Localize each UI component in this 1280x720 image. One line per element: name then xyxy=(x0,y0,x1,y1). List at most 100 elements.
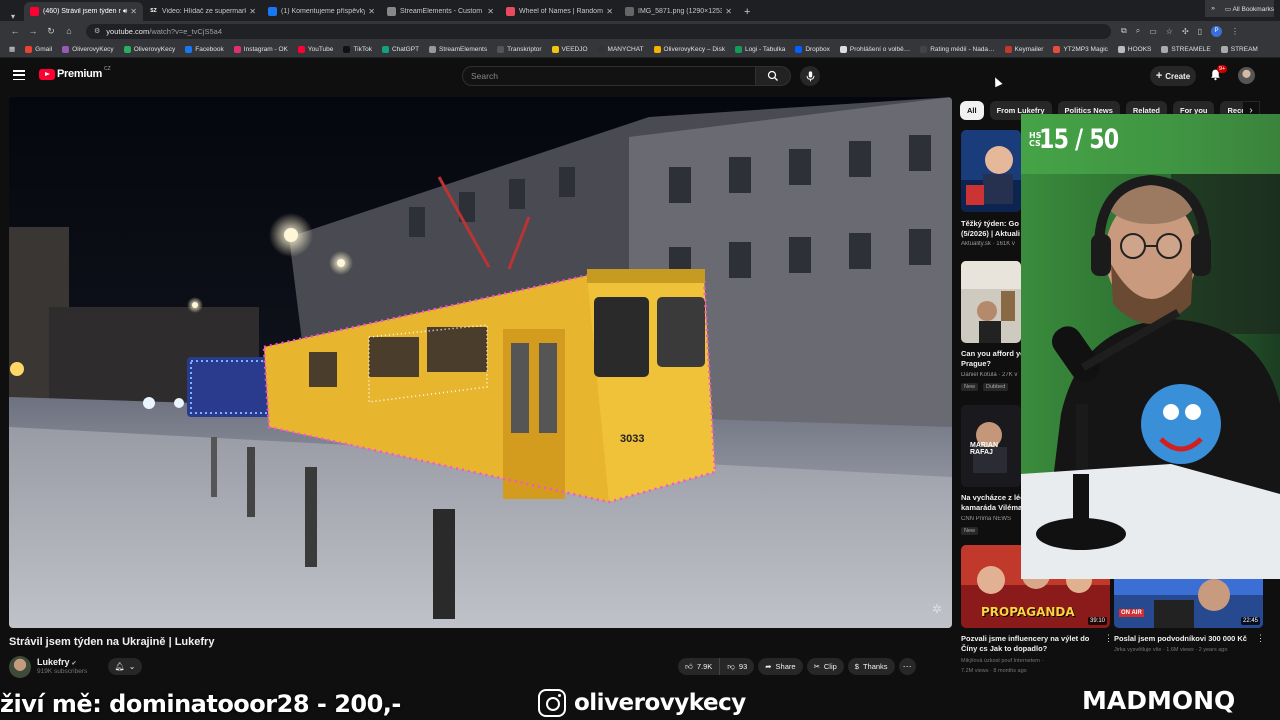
bookmark-label: TikTok xyxy=(353,45,372,53)
browser-tab[interactable]: IMG_5871.png (1290×1253) ✕ xyxy=(619,2,738,21)
filter-chip[interactable]: All xyxy=(960,101,984,120)
thanks-button[interactable]: $ Thanks xyxy=(847,658,895,675)
bookmark-item[interactable]: YT2MP3 Magic xyxy=(1048,45,1112,53)
bookmark-item[interactable]: Rating médií - Nada… xyxy=(915,45,999,53)
cast-icon[interactable]: ▭ xyxy=(1149,27,1157,36)
voice-search-button[interactable] xyxy=(800,66,820,86)
apps-icon[interactable]: ▦ xyxy=(4,45,20,53)
more-options-icon[interactable]: ⋮ xyxy=(1104,633,1113,644)
video-player[interactable]: 3033 ✲ xyxy=(9,97,952,628)
tab-close-icon[interactable]: ✕ xyxy=(249,7,256,16)
bookmark-item[interactable]: STREAM xyxy=(1216,45,1263,53)
bookmark-label: OliverovyKecy – Disk xyxy=(663,45,725,53)
more-options-icon[interactable]: ⋮ xyxy=(1256,633,1265,644)
bookmark-item[interactable]: Prohlášení o volbě… xyxy=(835,45,915,53)
tab-close-icon[interactable]: ✕ xyxy=(725,7,732,16)
browser-tab[interactable]: (460) Strávil jsem týden na 🔊︎ ✕ xyxy=(24,2,143,21)
bookmark-item[interactable]: StreamElements xyxy=(424,45,492,53)
bookmark-item[interactable]: YouTube xyxy=(293,45,339,53)
like-button[interactable]: 👍︎ 7.9K xyxy=(678,658,721,675)
recommendation-meta: CNN Prima NEWS xyxy=(961,516,1012,522)
forward-icon[interactable]: → xyxy=(24,26,42,36)
translate-icon[interactable]: ⧉ xyxy=(1121,26,1127,36)
bookmark-item[interactable]: Transkriptor xyxy=(492,45,546,53)
chevron-right-icon[interactable]: » xyxy=(1211,5,1215,12)
tab-search-icon[interactable]: ▾ xyxy=(4,12,22,21)
share-button[interactable]: ➦ Share xyxy=(758,658,803,675)
bookmark-label: OliverovyKecy xyxy=(133,45,176,53)
create-button[interactable]: + Create xyxy=(1150,66,1196,86)
account-avatar[interactable] xyxy=(1238,67,1255,84)
bookmark-favicon-icon xyxy=(1053,45,1061,53)
notifications-button[interactable]: 9+ xyxy=(1209,65,1228,82)
create-label: Create xyxy=(1165,71,1191,81)
reload-icon[interactable]: ↻ xyxy=(42,26,60,37)
search-button[interactable] xyxy=(756,66,791,86)
browser-menu-icon[interactable]: ⋮ xyxy=(1231,27,1239,36)
channel-watermark-icon[interactable]: ✲ xyxy=(932,602,942,616)
bookmark-item[interactable]: ChatGPT xyxy=(377,45,424,53)
dislike-count: 93 xyxy=(738,662,748,671)
bookmark-item[interactable]: Dropbox xyxy=(790,45,835,53)
bookmark-item[interactable]: Instagram - OK xyxy=(229,45,293,53)
recommendation-thumbnail xyxy=(961,261,1021,343)
sidepanel-icon[interactable]: ▯ xyxy=(1198,27,1202,36)
thanks-icon: $ xyxy=(854,662,859,671)
site-info-icon[interactable]: ⚙ xyxy=(94,27,100,35)
browser-tab[interactable]: (1) Komentujeme příspěvky de✕ xyxy=(262,2,381,21)
zoom-icon[interactable]: ⌕ xyxy=(1136,26,1140,36)
video-frame-tram-scene xyxy=(9,97,952,628)
search-input[interactable]: Search xyxy=(462,66,756,86)
bookmark-favicon-icon xyxy=(233,45,241,53)
bookmark-item[interactable]: TikTok xyxy=(338,45,377,53)
recommendation-title: Can you afford yo xyxy=(961,349,1023,358)
bookmark-item[interactable]: HOOKS xyxy=(1113,45,1156,53)
channel-name-link[interactable]: Lukefry ✔ xyxy=(37,657,77,667)
grid-video-meta: Mikýlová úzkost pouf Internetem · xyxy=(961,658,1044,664)
extensions-icon[interactable]: ✣ xyxy=(1182,27,1189,36)
tab-close-icon[interactable]: ✕ xyxy=(487,7,494,16)
tab-close-icon[interactable]: ✕ xyxy=(606,7,613,16)
bookmark-label: Rating médií - Nada… xyxy=(930,45,995,53)
browser-profile-icon[interactable]: P xyxy=(1211,25,1223,37)
subscription-bell-button[interactable]: 🔔︎ ⌄ xyxy=(108,658,142,675)
browser-tab[interactable]: SZ Video: Hlídač ze supermarketu✕ xyxy=(143,2,262,21)
bookmark-item[interactable]: Facebook xyxy=(180,45,229,53)
tab-audio-icon[interactable]: 🔊︎ xyxy=(123,8,127,16)
bookmark-item[interactable]: STREAMELE xyxy=(1156,45,1215,53)
bookmark-item[interactable]: Logi - Tabulka xyxy=(730,45,790,53)
tab-close-icon[interactable]: ✕ xyxy=(368,7,375,16)
back-icon[interactable]: ← xyxy=(6,26,24,36)
bookmark-star-icon[interactable]: ☆ xyxy=(1166,27,1173,36)
bookmark-item[interactable]: MANYCHAT xyxy=(593,45,649,53)
tab-close-icon[interactable]: ✕ xyxy=(130,7,137,16)
bookmark-favicon-icon xyxy=(123,45,131,53)
grid-video-title[interactable]: Poslal jsem podvodníkovi 300 000 Kč xyxy=(1114,634,1259,644)
bookmark-favicon-icon xyxy=(920,45,928,53)
bookmark-item[interactable]: OliverovyKecy xyxy=(119,45,181,53)
challenge-counter: HS CS 15 / 50 xyxy=(1029,124,1136,155)
bookmark-item[interactable]: Keymailer xyxy=(1000,45,1049,53)
all-bookmarks-link[interactable]: ▭ All Bookmarks xyxy=(1225,5,1274,13)
new-tab-icon[interactable]: + xyxy=(738,2,756,21)
clip-button[interactable]: ✂ Clip xyxy=(806,658,844,675)
youtube-logo[interactable]: Premium CZ xyxy=(39,66,111,80)
url-bar[interactable]: ⚙ youtube.com/watch?v=e_tvCjS5a4 xyxy=(86,23,1111,39)
home-icon[interactable]: ⌂ xyxy=(60,26,78,36)
bookmark-favicon-icon xyxy=(1004,45,1012,53)
more-actions-icon[interactable]: ⋯ xyxy=(898,658,916,675)
bookmark-item[interactable]: OliverovyKecy – Disk xyxy=(649,45,730,53)
bookmark-item[interactable]: VEEDJO xyxy=(547,45,593,53)
dislike-button[interactable]: 👎︎ 93 xyxy=(720,658,755,675)
browser-tab[interactable]: Wheel of Names | Random nam✕ xyxy=(500,2,619,21)
duration-badge: 39:10 xyxy=(1087,617,1107,625)
channel-avatar[interactable] xyxy=(9,656,31,678)
grid-video-title[interactable]: Pozvali jsme influencery na výlet do Čín… xyxy=(961,634,1106,654)
bookmark-item[interactable]: Gmail xyxy=(20,45,57,53)
video-actions: 👍︎ 7.9K 👎︎ 93 ➦ Share ✂ Clip $ Thanks ⋯ xyxy=(678,658,916,675)
logo-region: CZ xyxy=(103,66,111,72)
bookmark-item[interactable]: OliverovyKecy xyxy=(57,45,119,53)
browser-tab[interactable]: StreamElements - Custom comm✕ xyxy=(381,2,500,21)
menu-icon[interactable] xyxy=(13,70,25,80)
microphone-icon xyxy=(806,70,814,81)
